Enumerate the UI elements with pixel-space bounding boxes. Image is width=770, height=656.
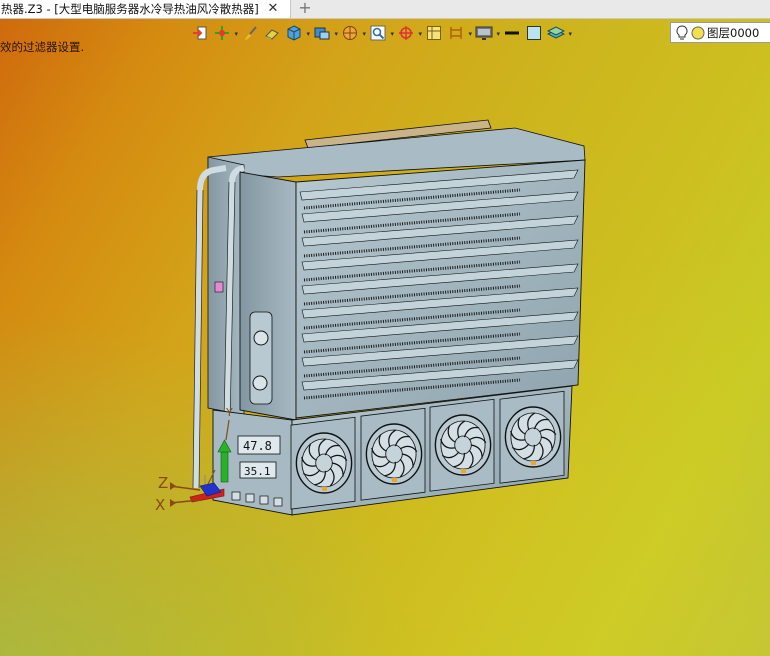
document-tab-title: 热器.Z3 - [大型电脑服务器水冷导热油风冷散热器] — [1, 2, 259, 16]
cooling-fan — [499, 390, 565, 484]
gauge-dial-bottom — [252, 375, 268, 391]
document-tab-bar: 热器.Z3 - [大型电脑服务器水冷导热油风冷散热器] ✕ + — [0, 0, 770, 19]
display-readout-right: 35.1 — [244, 465, 271, 478]
new-tab-icon[interactable]: + — [298, 0, 312, 18]
gauge-dial-top — [253, 330, 269, 346]
cooling-fan — [429, 398, 495, 492]
document-tab[interactable]: 热器.Z3 - [大型电脑服务器水冷导热油风冷散热器] ✕ — [0, 0, 291, 18]
display-readout-left: 47.8 — [243, 439, 272, 453]
3d-viewport[interactable]: 效的过滤器设置. ▾ ▾ ▾ ▾ ▾ ▾ ▾ ▾ ▾ 图层0000 47.8 3… — [0, 19, 770, 656]
axis-label-x: X — [155, 496, 165, 514]
pipe-clip — [214, 281, 224, 293]
cooling-fan — [290, 416, 356, 510]
heat-exchanger-model[interactable]: 47.8 35.1 Z X Y — [0, 19, 770, 656]
close-tab-icon[interactable]: ✕ — [266, 1, 280, 17]
axis-label-z: Z — [158, 474, 168, 492]
cooling-fan — [360, 407, 426, 501]
axis-label-y: Y — [225, 406, 233, 419]
